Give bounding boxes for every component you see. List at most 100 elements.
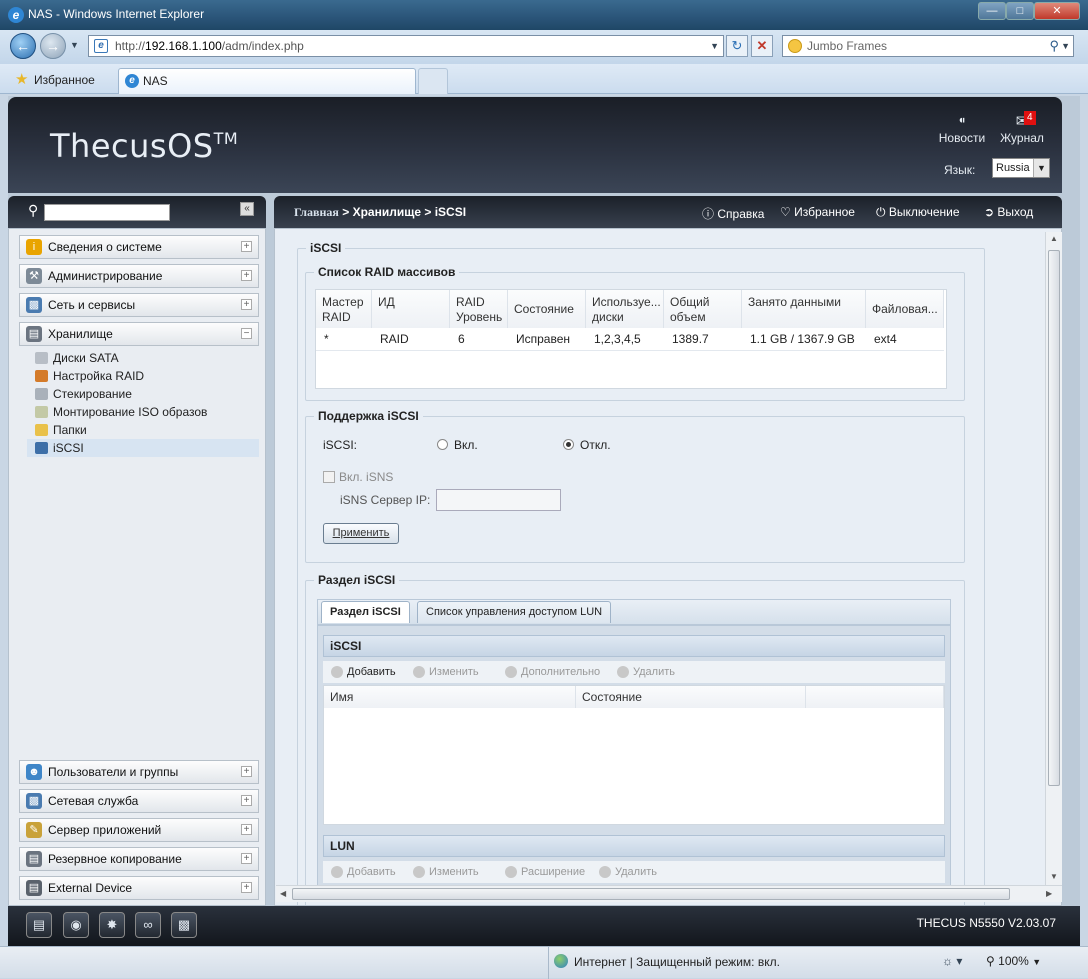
sidebar-item-administration[interactable]: ⚒ Администрирование + — [19, 264, 259, 288]
sidebar-item-sata-disks[interactable]: Диски SATA — [35, 349, 119, 367]
sidebar-item-stacking[interactable]: Стекирование — [35, 385, 132, 403]
favorites-button[interactable]: ★ Избранное — [10, 68, 110, 94]
help-icon: ⓘ — [702, 207, 715, 221]
scroll-right-icon[interactable]: ▶ — [1046, 889, 1052, 898]
scroll-up-icon[interactable]: ▲ — [1050, 234, 1058, 243]
horizontal-scrollbar[interactable]: ◀ ▶ — [276, 885, 1062, 902]
column-header[interactable]: Мастер RAID — [316, 290, 372, 328]
tab-lun-acl[interactable]: Список управления доступом LUN — [417, 601, 612, 623]
column-header[interactable]: Общий объем — [664, 290, 742, 328]
raid-icon — [35, 370, 48, 382]
logout-button[interactable]: ➲ Выход — [984, 205, 1033, 219]
language-select[interactable]: Russia ▼ — [992, 158, 1050, 178]
iscsi-support-fieldset: Поддержка iSCSI — [305, 409, 965, 563]
protected-mode-icon[interactable]: ☼ ▾ — [942, 954, 962, 968]
sidebar-item-folders[interactable]: Папки — [35, 421, 87, 439]
sidebar-item-system-info[interactable]: i Сведения о системе + — [19, 235, 259, 259]
lun-grid-title: LUN — [323, 835, 945, 857]
temperature-icon[interactable]: ∞ — [135, 912, 161, 938]
scroll-left-icon[interactable]: ◀ — [280, 889, 286, 898]
sidebar-item-iscsi[interactable]: iSCSI — [27, 439, 259, 457]
shutdown-button[interactable]: ⏻ Выключение — [876, 205, 960, 220]
sidebar-item-label: Администрирование — [48, 269, 163, 283]
sidebar-item-label: Хранилище — [48, 327, 113, 341]
sidebar-item-iso-mount[interactable]: Монтирование ISO образов — [35, 403, 207, 421]
vertical-scrollbar[interactable]: ▲ ▼ — [1045, 232, 1062, 886]
maximize-button[interactable]: □ — [1006, 2, 1034, 20]
column-header[interactable]: Занято данными — [742, 290, 866, 328]
back-button[interactable]: ← — [10, 33, 36, 59]
advanced-button[interactable]: Дополнительно — [505, 664, 600, 680]
ie-logo-icon: e — [8, 7, 24, 23]
iscsi-off-radio[interactable]: Откл. — [563, 438, 611, 452]
collapse-panel-icon[interactable]: « — [240, 202, 254, 216]
sidebar-item-label: iSCSI — [53, 441, 84, 455]
radio-icon — [437, 439, 448, 450]
column-header[interactable]: Используе... диски — [586, 290, 664, 328]
delete-label: Удалить — [633, 666, 675, 678]
menu-search-input[interactable] — [44, 204, 170, 221]
scroll-down-icon[interactable]: ▼ — [1050, 872, 1058, 881]
column-header[interactable]: Состояние — [576, 686, 806, 708]
column-header[interactable]: RAID Уровень — [450, 290, 508, 328]
sidebar-item-app-server[interactable]: ✎ Сервер приложений + — [19, 818, 259, 842]
scroll-thumb[interactable] — [1048, 250, 1060, 786]
isns-checkbox[interactable]: Вкл. iSNS — [323, 470, 393, 484]
sidebar-item-raid[interactable]: Настройка RAID — [35, 367, 144, 385]
minimize-button[interactable]: — — [978, 2, 1006, 20]
forward-button[interactable]: → — [40, 33, 66, 59]
iscsi-on-radio[interactable]: Вкл. — [437, 438, 478, 452]
stop-icon[interactable]: ✕ — [751, 35, 773, 57]
favorites-toggle-button[interactable]: ♡ Избранное — [780, 205, 855, 219]
refresh-icon[interactable]: ↻ — [726, 35, 748, 57]
scroll-thumb[interactable] — [292, 888, 1010, 900]
column-header[interactable]: Файловая... — [866, 290, 944, 328]
url-dropdown-icon[interactable]: ▼ — [710, 36, 719, 56]
url-field[interactable]: e http://192.168.1.100/adm/index.php ▼ — [88, 35, 724, 57]
sidebar-item-backup[interactable]: ▤ Резервное копирование + — [19, 847, 259, 871]
log-button[interactable]: ✉ 4 Журнал — [996, 111, 1048, 145]
globe-icon — [554, 954, 568, 968]
help-button[interactable]: ⓘ Справка — [702, 205, 764, 222]
search-icon[interactable]: ⚲ — [1049, 36, 1059, 56]
search-icon: ⚲ — [28, 202, 39, 218]
network-status-icon[interactable]: ▩ — [171, 912, 197, 938]
breadcrumb: Главная > Хранилище > iSCSI — [294, 205, 466, 220]
sidebar-item-external-device[interactable]: ▤ External Device + — [19, 876, 259, 900]
apply-button[interactable]: Применить — [323, 523, 399, 544]
disk-status-icon[interactable]: ◉ — [63, 912, 89, 938]
tab-nas[interactable]: e NAS — [118, 68, 416, 94]
tab-iscsi-partition[interactable]: Раздел iSCSI — [321, 601, 410, 623]
lun-edit-button[interactable]: Изменить — [413, 864, 479, 880]
table-row[interactable]: * RAID 6 Исправен 1,2,3,4,5 1389.7 1.1 G… — [316, 329, 944, 351]
column-header[interactable]: Состояние — [508, 290, 586, 328]
breadcrumb-home-link[interactable]: Главная — [294, 205, 339, 219]
add-button[interactable]: Добавить — [331, 664, 396, 680]
lun-expand-button[interactable]: Расширение — [505, 864, 585, 880]
zoom-control[interactable]: ⚲ 100% ▼ — [986, 954, 1041, 968]
close-button[interactable]: ✕ — [1034, 2, 1080, 20]
search-field[interactable]: Jumbo Frames ⚲ ▼ — [782, 35, 1074, 57]
search-dropdown-icon[interactable]: ▼ — [1061, 36, 1070, 56]
history-dropdown-icon[interactable]: ▼ — [70, 40, 79, 50]
checkbox-label: Вкл. iSNS — [339, 470, 394, 484]
collapse-icon: − — [241, 328, 252, 339]
lun-delete-button[interactable]: Удалить — [599, 864, 657, 880]
delete-button[interactable]: Удалить — [617, 664, 675, 680]
news-button[interactable]: ⁌ Новости — [936, 113, 988, 145]
sidebar-item-users-groups[interactable]: ☻ Пользователи и группы + — [19, 760, 259, 784]
iscsi-support-title: Поддержка iSCSI — [318, 409, 419, 423]
sidebar-item-network-service[interactable]: ▩ Сетевая служба + — [19, 789, 259, 813]
lun-add-button[interactable]: Добавить — [331, 864, 396, 880]
new-tab-button[interactable] — [418, 68, 448, 94]
sidebar-item-storage[interactable]: ▤ Хранилище − — [19, 322, 259, 346]
fan-status-icon[interactable]: ✸ — [99, 912, 125, 938]
expand-icon: + — [241, 241, 252, 252]
isns-server-input[interactable] — [436, 489, 561, 511]
column-header[interactable]: Имя — [324, 686, 576, 708]
iscsi-target-table: Имя Состояние — [323, 685, 945, 825]
server-status-icon[interactable]: ▤ — [26, 912, 52, 938]
edit-button[interactable]: Изменить — [413, 664, 479, 680]
sidebar-item-network[interactable]: ▩ Сеть и сервисы + — [19, 293, 259, 317]
column-header[interactable]: ИД — [372, 290, 450, 328]
